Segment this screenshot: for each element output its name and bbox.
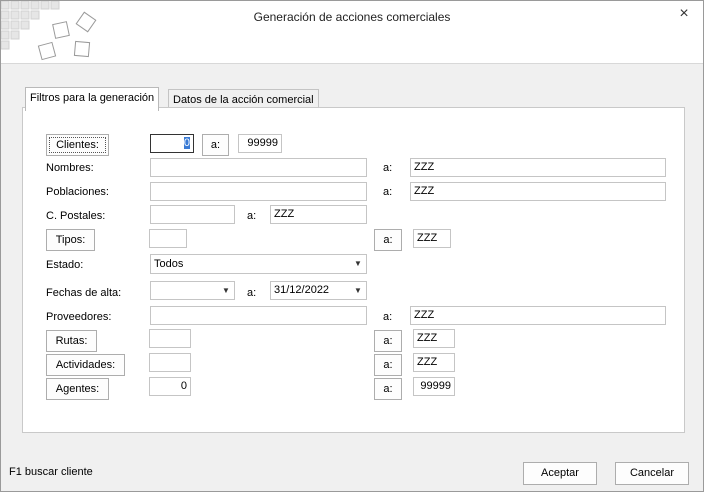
clientes-button[interactable]: Clientes: <box>46 134 109 156</box>
nombres-label: Nombres: <box>46 162 94 174</box>
tipos-to-button[interactable]: a: <box>374 229 402 251</box>
clientes-from-input[interactable]: 0 <box>150 134 194 153</box>
tipos-from-input[interactable] <box>149 229 187 248</box>
footer-hint: F1 buscar cliente <box>9 466 93 478</box>
dialog-title: Generación de acciones comerciales <box>253 10 451 24</box>
dialog-footer: F1 buscar cliente Aceptar Cancelar <box>1 453 703 491</box>
rutas-from-input[interactable] <box>149 329 191 348</box>
accept-button[interactable]: Aceptar <box>523 462 597 485</box>
nombres-from-input[interactable] <box>150 158 367 177</box>
chevron-down-icon[interactable]: ▼ <box>220 285 232 297</box>
agentes-from-input[interactable]: 0 <box>149 377 191 396</box>
clientes-to-button[interactable]: a: <box>202 134 229 156</box>
poblaciones-to-input[interactable]: ZZZ <box>410 182 666 201</box>
poblaciones-label: Poblaciones: <box>46 186 109 198</box>
fechas-from-input[interactable]: ▼ <box>150 281 235 300</box>
rutas-button[interactable]: Rutas: <box>46 330 97 352</box>
estado-label: Estado: <box>46 259 84 271</box>
close-icon[interactable]: × <box>675 5 693 23</box>
proveedores-to-input[interactable]: ZZZ <box>410 306 666 325</box>
agentes-to-button[interactable]: a: <box>374 378 402 400</box>
postales-label: C. Postales: <box>46 210 106 222</box>
chevron-down-icon: ▼ <box>354 259 362 268</box>
clientes-from-value: 0 <box>183 137 190 149</box>
fechas-label: Fechas de alta: <box>46 287 122 299</box>
nombres-to-input[interactable]: ZZZ <box>410 158 666 177</box>
chevron-down-icon[interactable]: ▼ <box>352 285 364 297</box>
actividades-to-input[interactable]: ZZZ <box>413 353 455 372</box>
actividades-button[interactable]: Actividades: <box>46 354 125 376</box>
rutas-to-input[interactable]: ZZZ <box>413 329 455 348</box>
actividades-from-input[interactable] <box>149 353 191 372</box>
cancel-button[interactable]: Cancelar <box>615 462 689 485</box>
agentes-button[interactable]: Agentes: <box>46 378 109 400</box>
fechas-to-label: a: <box>247 287 257 299</box>
proveedores-from-input[interactable] <box>150 306 367 325</box>
poblaciones-from-input[interactable] <box>150 182 367 201</box>
dialog-window: Generación de acciones comerciales × Fil… <box>0 0 704 492</box>
tipos-button[interactable]: Tipos: <box>46 229 95 251</box>
postales-to-label: a: <box>247 210 257 222</box>
postales-from-input[interactable] <box>150 205 235 224</box>
postales-to-input[interactable]: ZZZ <box>270 205 367 224</box>
fechas-to-value: 31/12/2022 <box>274 284 330 296</box>
proveedores-label: Proveedores: <box>46 311 112 323</box>
clientes-to-input[interactable]: 99999 <box>238 134 282 153</box>
poblaciones-to-label: a: <box>383 186 393 198</box>
actividades-to-button[interactable]: a: <box>374 354 402 376</box>
tab-filtros[interactable]: Filtros para la generación <box>25 87 160 111</box>
rutas-to-button[interactable]: a: <box>374 330 402 352</box>
fechas-to-input[interactable]: 31/12/2022 ▼ <box>270 281 367 300</box>
estado-select[interactable]: Todos ▼ <box>150 254 367 274</box>
tab-panel-filtros: Clientes: 0 a: 99999 Nombres: a: ZZZ Pob… <box>22 107 685 433</box>
nombres-to-label: a: <box>383 162 393 174</box>
clientes-button-label: Clientes: <box>49 137 106 153</box>
proveedores-to-label: a: <box>383 311 393 323</box>
tipos-to-input[interactable]: ZZZ <box>413 229 451 248</box>
estado-select-value: Todos <box>154 258 184 270</box>
agentes-to-input[interactable]: 99999 <box>413 377 455 396</box>
